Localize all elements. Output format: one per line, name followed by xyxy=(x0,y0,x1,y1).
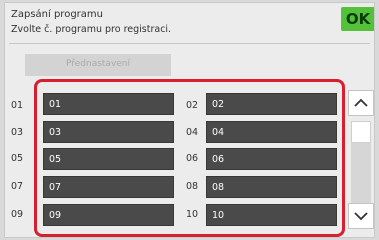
slot-number-05: 05 xyxy=(11,153,24,164)
slot-button-09[interactable]: 09 xyxy=(43,204,174,226)
scroll-down-button[interactable] xyxy=(348,203,374,229)
slot-number-09: 09 xyxy=(11,209,24,220)
scroll-up-button[interactable] xyxy=(348,90,374,116)
chevron-down-icon xyxy=(354,212,368,221)
slot-button-05[interactable]: 05 xyxy=(43,148,174,170)
slot-button-10[interactable]: 10 xyxy=(206,204,337,226)
program-register-screen: Zapsání programu Zvolte č. programu pro … xyxy=(4,2,375,238)
slot-number-01: 01 xyxy=(11,100,24,111)
slot-button-03[interactable]: 03 xyxy=(43,121,174,143)
scrollbar-track[interactable] xyxy=(351,143,371,203)
screen-title: Zapsání programu xyxy=(11,9,103,20)
slot-number-03: 03 xyxy=(11,127,24,138)
slot-button-07[interactable]: 07 xyxy=(43,176,174,198)
slot-number-07: 07 xyxy=(11,181,24,192)
slot-button-08[interactable]: 08 xyxy=(206,176,337,198)
screen-instruction: Zvolte č. programu pro registraci. xyxy=(11,24,172,35)
header-divider xyxy=(9,43,370,44)
slot-number-06: 06 xyxy=(186,153,199,164)
scrollbar-thumb[interactable] xyxy=(351,121,371,143)
preset-button[interactable]: Přednastavení xyxy=(25,54,171,76)
slot-button-01[interactable]: 01 xyxy=(43,93,174,115)
slot-number-08: 08 xyxy=(186,181,199,192)
slot-number-04: 04 xyxy=(186,127,199,138)
ok-button[interactable]: OK xyxy=(341,7,374,31)
chevron-up-icon xyxy=(354,98,368,107)
slot-button-06[interactable]: 06 xyxy=(206,148,337,170)
slot-number-10: 10 xyxy=(186,209,199,220)
slot-number-02: 02 xyxy=(186,100,199,111)
slot-button-02[interactable]: 02 xyxy=(206,93,337,115)
slot-button-04[interactable]: 04 xyxy=(206,121,337,143)
